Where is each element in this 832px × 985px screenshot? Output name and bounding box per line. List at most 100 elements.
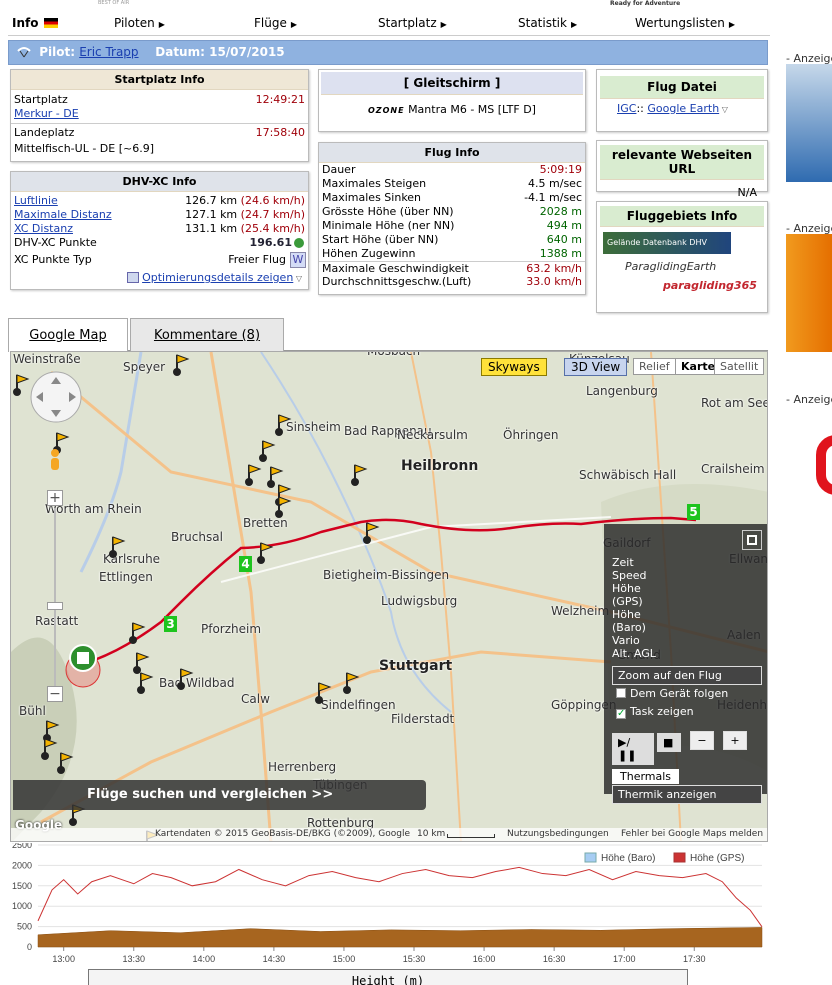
zoom-slider-handle[interactable] [47, 602, 63, 610]
turnpoint-marker[interactable]: 5 [687, 504, 700, 520]
map-scale: 10 km [417, 829, 446, 839]
faster-button[interactable]: + [723, 731, 747, 750]
ozone-logo: OZONE [368, 106, 405, 115]
pan-control[interactable] [29, 370, 83, 424]
map-place-label: Herrenberg [268, 760, 337, 774]
turnpoint-marker[interactable]: 3 [164, 616, 177, 632]
banner-right-text: Ready for Adventure [610, 0, 681, 7]
startplatz-info-box: Startplatz Info Startplatz 12:49:21 Merku… [10, 69, 309, 162]
map-type-satellit[interactable]: Satellit [714, 358, 765, 375]
thermal-flag-icon[interactable] [171, 352, 191, 376]
flight-date: 15/07/2015 [209, 45, 285, 59]
tab-kommentare[interactable]: Kommentare (8) [130, 318, 284, 351]
zoom-to-flight-button[interactable]: Zoom auf den Flug [612, 666, 762, 685]
thermal-flag-icon[interactable] [135, 670, 155, 694]
thermal-flag-icon[interactable] [349, 462, 369, 486]
igc-link[interactable]: IGC [617, 102, 636, 115]
dropdown-icon: ▽ [293, 274, 302, 283]
thermal-flag-icon[interactable] [175, 666, 195, 690]
max-distanz-link[interactable]: Maximale Distanz [14, 208, 112, 221]
tab-google-map[interactable]: Google Map [8, 318, 128, 352]
xc-distanz-link[interactable]: XC Distanz [14, 222, 73, 235]
paraglidingearth-logo[interactable]: ParaglidingEarth [625, 260, 767, 273]
ad-image-brand[interactable] [786, 405, 832, 555]
pegman-icon[interactable] [47, 448, 63, 476]
flight-map[interactable]: Weinstraße Speyer Mosbach Sinsheim Bad Rappe… [10, 351, 768, 842]
thermal-flag-icon[interactable] [255, 540, 275, 564]
paraglider-icon [17, 47, 31, 58]
map-place-label: Welzheim [551, 604, 610, 618]
menu-wertungslisten[interactable]: Wertungslisten ▶ [635, 16, 735, 30]
report-error-link[interactable]: Fehler bei Google Maps melden [621, 829, 763, 839]
thermal-flag-icon[interactable] [55, 750, 75, 774]
search-flights-bar[interactable]: Flüge suchen und vergleichen >> [13, 780, 426, 810]
zoom-in-button[interactable]: + [47, 490, 63, 506]
x-tick-label: 17:00 [613, 954, 636, 964]
map-scale-bar [447, 834, 495, 838]
map-place-label: Stuttgart [379, 658, 453, 674]
points-info-icon[interactable] [294, 238, 304, 248]
map-place-label: Mosbach [367, 351, 421, 358]
legend-label-baro: Höhe (Baro) [601, 853, 655, 864]
follow-device-checkbox[interactable]: Dem Gerät folgen [616, 687, 728, 700]
flug-info-label: Dauer [322, 163, 356, 176]
webseiten-title: relevante Webseiten URL [600, 145, 764, 180]
zoom-out-button[interactable]: − [47, 686, 63, 702]
thermal-flag-icon[interactable] [313, 680, 333, 704]
thermal-flag-icon[interactable] [361, 520, 381, 544]
menu-startplatz[interactable]: Startplatz ▶ [378, 16, 447, 30]
show-thermals-button[interactable]: Thermik anzeigen [612, 785, 762, 804]
stop-button[interactable]: ■ [657, 733, 681, 752]
fullscreen-icon[interactable] [742, 530, 762, 550]
legend-label-gps: Höhe (GPS) [690, 853, 744, 864]
terms-link[interactable]: Nutzungsbedingungen [507, 829, 609, 839]
turnpoint-marker[interactable]: 4 [239, 556, 252, 572]
google-earth-link[interactable]: Google Earth [647, 102, 719, 115]
thermals-tab[interactable]: Thermals [612, 769, 680, 784]
show-task-checkbox[interactable]: ✓ Task zeigen [616, 705, 694, 719]
skyways-button[interactable]: Skyways [481, 358, 547, 376]
flug-info-label: Maximales Steigen [322, 177, 427, 190]
optimization-details-link[interactable]: Optimierungsdetails zeigen [142, 271, 293, 284]
flug-info-value: 2028 m [539, 205, 582, 218]
x-tick-label: 16:30 [543, 954, 566, 964]
menu-info[interactable]: Info [12, 16, 59, 30]
ad-image-pilot[interactable] [786, 64, 832, 182]
flug-info-value: 494 m [546, 219, 582, 232]
ad-image-device[interactable] [786, 234, 832, 352]
menu-fluege[interactable]: Flüge ▶ [254, 16, 297, 30]
thermal-flag-icon[interactable] [341, 670, 361, 694]
flug-info-label: Start Höhe (über NN) [322, 233, 439, 246]
paragliding365-logo[interactable]: paragliding365 [663, 279, 767, 292]
map-place-label: Bietigheim-Bissingen [323, 568, 450, 582]
start-place-link[interactable]: Merkur - DE [14, 107, 79, 120]
slower-button[interactable]: − [690, 731, 714, 750]
flug-datei-title: Flug Datei [600, 76, 764, 99]
thermal-flag-icon[interactable] [107, 534, 127, 558]
main-menu: Info Piloten ▶ Flüge ▶ Startplatz ▶ Statist… [8, 12, 770, 36]
thermal-flag-icon[interactable] [127, 620, 147, 644]
menu-piloten[interactable]: Piloten ▶ [114, 16, 165, 30]
luftlinie-link[interactable]: Luftlinie [14, 194, 58, 207]
3d-view-button[interactable]: 3D View [564, 358, 628, 376]
dhv-gelaende-logo[interactable]: Gelände Datenbank DHV [603, 232, 731, 254]
thermal-flag-icon[interactable] [273, 494, 293, 518]
zoom-slider-track[interactable] [54, 508, 56, 688]
y-tick-label: 500 [17, 922, 32, 932]
map-type-relief[interactable]: Relief [633, 358, 676, 375]
menu-statistik[interactable]: Statistik ▶ [518, 16, 577, 30]
thermal-flag-icon[interactable] [273, 412, 293, 436]
play-pause-button[interactable]: ▶/❚❚ [612, 733, 654, 765]
dhvxc-info-title: DHV-XC Info [11, 172, 308, 192]
map-footer: Kartendaten © 2015 GeoBasis-DE/BKG (©200… [11, 828, 767, 841]
map-place-label: Pforzheim [201, 622, 262, 636]
flight-type-icon: W [290, 252, 306, 268]
panel-label-vario: Vario [612, 634, 640, 647]
legend-swatch-baro [584, 852, 597, 863]
thermal-flag-icon[interactable] [11, 372, 31, 396]
altitude-chart[interactable]: 2500 2000 1500 1000 500 0 13:00 13:30 14:00 14:30… [10, 843, 768, 968]
top-banner: BEST OF AIR Ready for Adventure [0, 0, 770, 10]
thermal-flag-icon[interactable] [243, 462, 263, 486]
thermal-flag-icon[interactable] [257, 438, 277, 462]
pilot-name-link[interactable]: Eric Trapp [79, 45, 138, 59]
